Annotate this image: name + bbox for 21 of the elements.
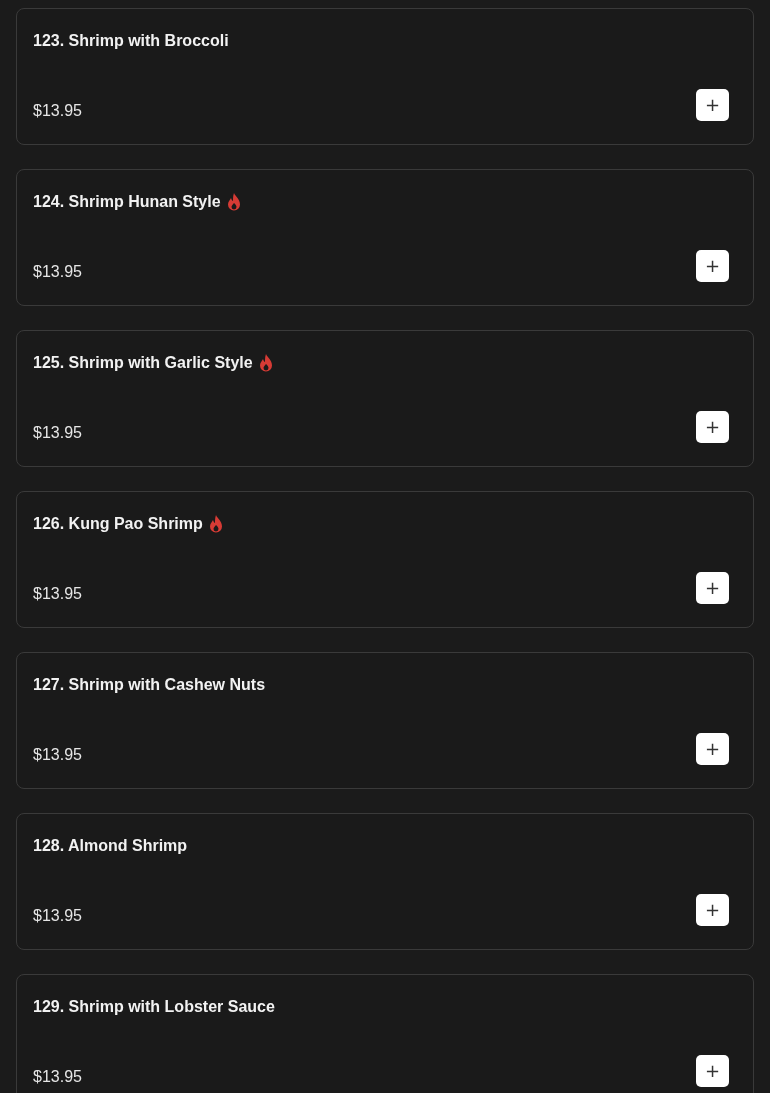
add-button[interactable]: + — [696, 250, 729, 282]
add-button[interactable]: + — [696, 411, 729, 443]
item-price: $13.95 — [33, 1067, 82, 1087]
item-price: $13.95 — [33, 423, 82, 443]
add-button[interactable]: + — [696, 1055, 729, 1087]
add-button[interactable]: + — [696, 894, 729, 926]
item-name: 128. Almond Shrimp — [33, 836, 188, 856]
item-name: 127. Shrimp with Cashew Nuts — [33, 675, 266, 695]
item-price: $13.95 — [33, 906, 82, 926]
item-name: 126. Kung Pao Shrimp — [33, 514, 203, 534]
item-price: $13.95 — [33, 584, 82, 604]
add-button[interactable]: + — [696, 733, 729, 765]
item-price: $13.95 — [33, 262, 82, 282]
item-name: 129. Shrimp with Lobster Sauce — [33, 997, 275, 1017]
item-price: $13.95 — [33, 745, 82, 765]
add-button[interactable]: + — [696, 572, 729, 604]
item-name: 123. Shrimp with Broccoli — [33, 31, 229, 51]
item-name: 124. Shrimp Hunan Style — [33, 192, 221, 212]
item-name: 125. Shrimp with Garlic Style — [33, 353, 253, 373]
add-button[interactable]: + — [696, 89, 729, 121]
item-price: $13.95 — [33, 101, 82, 121]
